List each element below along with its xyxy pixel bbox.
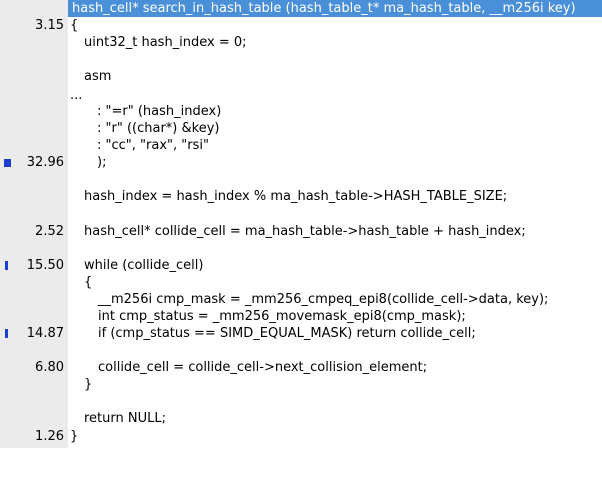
percent-value: 14.87 — [26, 326, 64, 341]
code-text: asm — [84, 69, 112, 84]
code-text: : "r" ((char*) &key) — [97, 121, 220, 136]
percent-value: 32.96 — [26, 155, 64, 170]
code-text: uint32_t hash_index = 0; — [84, 35, 247, 50]
code-text: } — [84, 377, 93, 392]
code-line[interactable]: 14.87 if (cmp_status == SIMD_EQUAL_MASK)… — [0, 325, 602, 342]
code-line[interactable]: return NULL; — [0, 410, 602, 427]
code-line[interactable]: { — [0, 274, 602, 291]
code-line[interactable] — [0, 240, 602, 257]
code-line[interactable]: : "=r" (hash_index) — [0, 103, 602, 120]
code-text: } — [70, 429, 79, 444]
code-line[interactable]: asm — [0, 68, 602, 85]
code-text: return NULL; — [84, 411, 166, 426]
bookmark-marker-icon — [4, 159, 11, 167]
code-text: while (collide_cell) — [84, 258, 204, 273]
code-line[interactable]: } — [0, 376, 602, 393]
code-line[interactable]: 3.15 { — [0, 17, 602, 34]
code-text: collide_cell = collide_cell->next_collis… — [98, 360, 428, 375]
code-line[interactable] — [0, 393, 602, 410]
code-text: : "cc", "rax", "rsi" — [97, 138, 209, 153]
code-text: __m256i cmp_mask = _mm256_cmpeq_epi8(col… — [98, 292, 549, 307]
function-signature-header[interactable]: hash_cell* search_in_hash_table (hash_ta… — [68, 0, 602, 17]
code-line[interactable]: hash_index = hash_index % ma_hash_table-… — [0, 188, 602, 205]
code-line[interactable] — [0, 205, 602, 222]
code-line[interactable]: 15.50 while (collide_cell) — [0, 257, 602, 274]
collapsed-asm-ellipsis[interactable]: ... — [70, 87, 82, 104]
bookmark-marker-icon — [5, 261, 8, 270]
code-text: hash_cell* collide_cell = ma_hash_table-… — [84, 224, 526, 239]
percent-value: 1.26 — [35, 429, 64, 444]
code-text: : "=r" (hash_index) — [97, 104, 222, 119]
code-line[interactable]: uint32_t hash_index = 0; — [0, 34, 602, 51]
code-line[interactable]: : "cc", "rax", "rsi" — [0, 137, 602, 154]
code-line[interactable] — [0, 51, 602, 68]
code-text: { — [84, 275, 93, 290]
code-text: ); — [97, 155, 107, 170]
code-text: hash_index = hash_index % ma_hash_table-… — [84, 189, 508, 204]
code-line[interactable]: 32.96 ); — [0, 154, 602, 171]
code-text: { — [70, 18, 79, 33]
code-line[interactable]: int cmp_status = _mm256_movemask_epi8(cm… — [0, 308, 602, 325]
code-line[interactable] — [0, 342, 602, 359]
percent-value: 6.80 — [35, 360, 64, 375]
code-line[interactable]: 1.26 } — [0, 428, 602, 445]
percent-value: 3.15 — [35, 18, 64, 33]
code-line[interactable]: __m256i cmp_mask = _mm256_cmpeq_epi8(col… — [0, 291, 602, 308]
percent-value: 2.52 — [35, 224, 64, 239]
code-line[interactable]: : "r" ((char*) &key) — [0, 120, 602, 137]
code-line[interactable]: 6.80 collide_cell = collide_cell->next_c… — [0, 359, 602, 376]
code-text: if (cmp_status == SIMD_EQUAL_MASK) retur… — [98, 326, 476, 341]
percent-value: 15.50 — [26, 258, 64, 273]
code-text: int cmp_status = _mm256_movemask_epi8(cm… — [98, 309, 466, 324]
code-line[interactable]: 2.52 hash_cell* collide_cell = ma_hash_t… — [0, 223, 602, 240]
bookmark-marker-icon — [5, 329, 8, 338]
code-line[interactable] — [0, 171, 602, 188]
